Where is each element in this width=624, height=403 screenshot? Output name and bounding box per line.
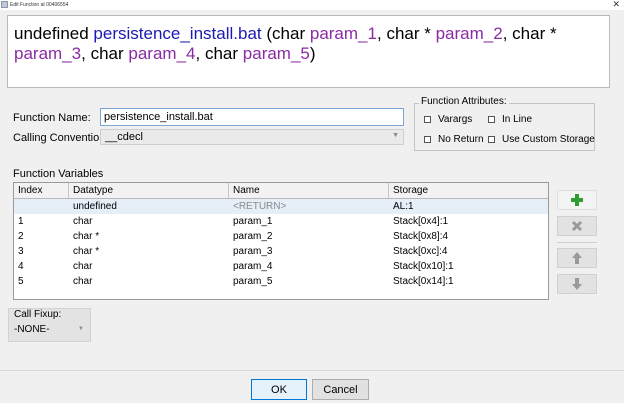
cancel-button[interactable]: Cancel (312, 379, 369, 400)
custom-storage-checkbox[interactable]: Use Custom Storage (488, 134, 595, 145)
cell-index: 4 (18, 261, 24, 272)
plus-icon (571, 194, 583, 206)
move-down-button[interactable] (557, 274, 597, 294)
table-row[interactable]: undefined <RETURN> AL:1 (14, 199, 548, 214)
delete-variable-button[interactable] (557, 216, 597, 236)
x-icon (571, 220, 583, 232)
varargs-checkbox[interactable]: Varargs (424, 114, 472, 125)
calling-convention-select[interactable]: __cdecl ▼ (100, 129, 404, 145)
table-row[interactable]: 4 char param_4 Stack[0x10]:1 (14, 259, 548, 274)
cell-name[interactable]: param_2 (229, 229, 272, 244)
table-row[interactable]: 2 char * param_2 Stack[0x8]:4 (14, 229, 548, 244)
cell-storage[interactable]: AL:1 (389, 199, 414, 214)
signature-comma: , (81, 44, 86, 63)
signature-return-type: undefined (14, 24, 89, 43)
cell-name[interactable]: param_5 (229, 274, 272, 289)
call-fixup-select[interactable]: -NONE- (14, 324, 50, 336)
checkbox-icon (488, 116, 495, 123)
signature-param-5-name: param_5 (242, 44, 310, 63)
table-row[interactable]: 1 char param_1 Stack[0x4]:1 (14, 214, 548, 229)
chevron-down-icon: ▼ (78, 326, 84, 332)
table-header: Index Datatype Name Storage (14, 183, 548, 199)
signature-param-2-type: char * (386, 24, 431, 43)
cell-storage[interactable]: Stack[0x4]:1 (389, 214, 448, 229)
signature-param-1-name: param_1 (309, 24, 377, 43)
button-bar-divider (0, 370, 624, 371)
cell-datatype[interactable]: char * (69, 244, 99, 259)
close-icon[interactable]: ✕ (612, 0, 620, 9)
inline-label: In Line (502, 114, 533, 125)
signature-param-3-name: param_3 (14, 44, 82, 63)
column-header-index[interactable]: Index (14, 183, 69, 198)
add-variable-button[interactable] (557, 190, 597, 210)
varargs-label: Varargs (438, 114, 473, 125)
column-header-storage[interactable]: Storage (389, 183, 548, 198)
calling-convention-label: Calling Convention (13, 132, 106, 144)
checkbox-icon (424, 116, 431, 123)
function-name-input[interactable] (100, 108, 404, 126)
table-row[interactable]: 5 char param_5 Stack[0x14]:1 (14, 274, 548, 289)
cell-index: 5 (18, 276, 24, 287)
function-attributes-title: Function Attributes: (419, 96, 509, 108)
signature-comma: , (195, 44, 201, 63)
signature-param-3-type: char * (512, 24, 557, 43)
custom-storage-label: Use Custom Storage (502, 134, 595, 145)
signature-close-paren: ) (309, 44, 316, 63)
checkbox-icon (488, 136, 495, 143)
cell-datatype[interactable]: undefined (69, 199, 117, 214)
cell-datatype[interactable]: char (69, 259, 92, 274)
checkbox-icon (424, 136, 431, 143)
cell-name[interactable]: param_1 (229, 214, 272, 229)
cell-name[interactable]: <RETURN> (229, 199, 286, 214)
cell-name[interactable]: param_4 (229, 259, 272, 274)
cell-name[interactable]: param_3 (229, 244, 272, 259)
window-title: Edit Function at 00406554 (10, 2, 69, 8)
no-return-label: No Return (438, 134, 484, 145)
signature-param-5-type: char (204, 44, 239, 63)
cell-storage[interactable]: Stack[0x10]:1 (389, 259, 454, 274)
signature-comma: , (502, 24, 508, 43)
cell-datatype[interactable]: char (69, 214, 92, 229)
signature-comma: , (376, 24, 382, 43)
function-variables-table: Index Datatype Name Storage undefined <R… (13, 182, 549, 300)
cell-index: 3 (18, 246, 24, 257)
function-variables-title: Function Variables (13, 168, 104, 180)
arrow-down-icon (572, 278, 582, 290)
column-header-datatype[interactable]: Datatype (69, 183, 229, 198)
cell-storage[interactable]: Stack[0x14]:1 (389, 274, 454, 289)
button-separator (557, 242, 597, 243)
cell-index: 2 (18, 231, 24, 242)
ok-button[interactable]: OK (251, 379, 307, 400)
column-header-name[interactable]: Name (229, 183, 389, 198)
move-up-button[interactable] (557, 248, 597, 268)
cell-index: 1 (18, 216, 24, 227)
cell-datatype[interactable]: char (69, 274, 92, 289)
signature-param-2-name: param_2 (435, 24, 503, 43)
cell-index (14, 199, 18, 214)
call-fixup-label: Call Fixup: (14, 309, 62, 320)
no-return-checkbox[interactable]: No Return (424, 134, 484, 145)
function-name-label: Function Name: (13, 112, 91, 124)
inline-checkbox[interactable]: In Line (488, 114, 532, 125)
arrow-up-icon (572, 252, 582, 264)
signature-param-1-type: char (272, 24, 306, 43)
title-bar (0, 0, 624, 10)
cell-storage[interactable]: Stack[0xc]:4 (389, 244, 447, 259)
cell-datatype[interactable]: char * (69, 229, 99, 244)
signature-param-4-name: param_4 (128, 44, 196, 63)
signature-function-name: persistence_install.bat (93, 24, 262, 43)
table-row[interactable]: 3 char * param_3 Stack[0xc]:4 (14, 244, 548, 259)
signature-param-4-type: char (90, 44, 124, 63)
calling-convention-value: __cdecl (105, 131, 143, 143)
chevron-down-icon: ▼ (392, 132, 399, 139)
app-icon (1, 1, 8, 8)
function-signature: undefined persistence_install.bat (char … (7, 15, 610, 88)
cell-storage[interactable]: Stack[0x8]:4 (389, 229, 448, 244)
